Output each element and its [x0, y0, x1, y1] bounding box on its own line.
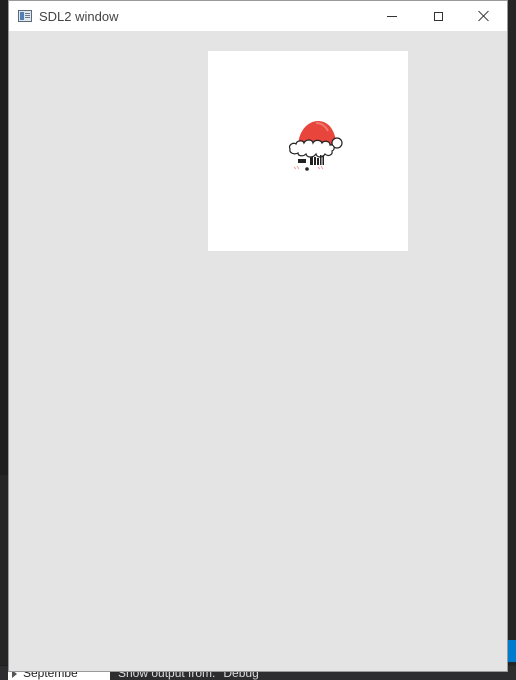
maximize-button[interactable] [415, 1, 461, 31]
window-title: SDL2 window [39, 8, 119, 24]
santa-hat-icon [288, 121, 343, 171]
render-canvas[interactable] [9, 31, 507, 671]
window-app-icon[interactable] [18, 10, 32, 22]
caption-buttons [369, 1, 507, 31]
background-accent-tab [508, 640, 516, 662]
background-output-edge [0, 475, 8, 665]
background-code-strip [508, 0, 516, 680]
texture-panel [208, 51, 408, 251]
title-bar[interactable]: SDL2 window [9, 1, 507, 31]
maximize-icon [433, 11, 443, 21]
close-icon [478, 10, 490, 22]
minimize-button[interactable] [369, 1, 415, 31]
close-button[interactable] [461, 1, 507, 31]
minimize-icon [387, 15, 397, 17]
sdl-window: SDL2 window [8, 0, 508, 672]
